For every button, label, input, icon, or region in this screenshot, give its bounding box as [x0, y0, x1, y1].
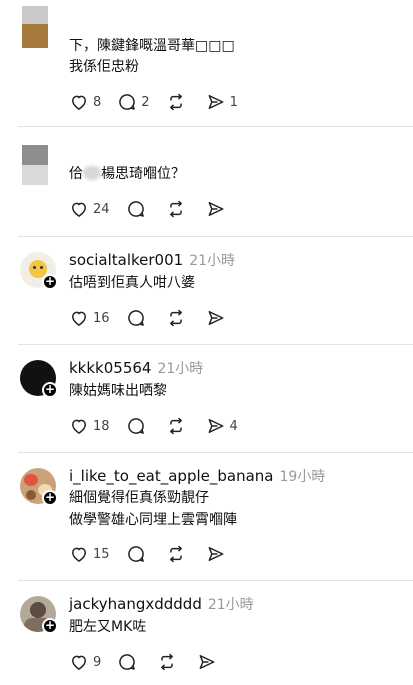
- timestamp: 19小時: [279, 469, 326, 485]
- send-icon: [199, 655, 215, 669]
- repost-icon: [161, 653, 174, 671]
- timestamp: 21小時: [207, 597, 254, 613]
- comment-icon: [127, 418, 144, 434]
- reply-button[interactable]: [126, 415, 150, 437]
- comment-text-line: 佮 楊思琦嗰位？: [69, 164, 185, 185]
- send-icon: [208, 311, 223, 325]
- username[interactable]: kkkk05564: [69, 359, 151, 377]
- action-bar: 9: [69, 651, 237, 673]
- follow-button[interactable]: +: [42, 618, 58, 634]
- repost-icon: [169, 545, 182, 563]
- heart-icon: [72, 311, 86, 326]
- like-button[interactable]: 15: [69, 543, 110, 565]
- repost-button[interactable]: [166, 91, 190, 113]
- reply-button[interactable]: [126, 307, 150, 329]
- action-bar: 8 2 1: [69, 91, 254, 113]
- repost-icon: [169, 200, 182, 218]
- follow-button[interactable]: +: [42, 274, 58, 290]
- comment: + socialtalker001 21小時 估唔到佢真人咁八婆 16: [0, 237, 413, 343]
- repost-button[interactable]: [166, 198, 190, 220]
- comment-icon: [119, 94, 136, 110]
- share-count: 1: [229, 94, 238, 110]
- blurred-text: [83, 166, 101, 180]
- comment-text-line: 下，陳鍵鋒嘅溫哥華□□□: [69, 38, 235, 54]
- repost-button[interactable]: [166, 543, 190, 565]
- like-button[interactable]: 16: [69, 307, 110, 329]
- like-count: 15: [93, 546, 110, 562]
- send-icon: [208, 547, 223, 561]
- username[interactable]: jackyhangxddddd: [69, 595, 202, 613]
- repost-icon: [169, 417, 182, 435]
- reply-button[interactable]: [117, 651, 141, 673]
- username-row: i_like_to_eat_apple_banana 19小時: [69, 466, 325, 486]
- heart-icon: [72, 202, 86, 217]
- repost-button[interactable]: [166, 307, 190, 329]
- follow-button[interactable]: +: [42, 490, 58, 506]
- like-button[interactable]: 18: [69, 415, 110, 437]
- heart-icon: [72, 655, 86, 670]
- comment-text-line: 做學警雄心同埋上雲霄嗰陣: [69, 512, 237, 528]
- username[interactable]: i_like_to_eat_apple_banana: [69, 467, 274, 485]
- send-icon: [208, 202, 223, 216]
- send-icon: [208, 95, 223, 109]
- comment: 下，陳鍵鋒嘅溫哥華□□□ 我係佢忠粉 8 2 1: [0, 0, 413, 125]
- comment: + i_like_to_eat_apple_banana 19小時 細個覺得佢真係…: [0, 453, 413, 579]
- username-row: jackyhangxddddd 21小時: [69, 594, 254, 614]
- repost-icon: [169, 309, 182, 327]
- share-button[interactable]: 1: [206, 91, 238, 113]
- timestamp: 21小時: [157, 361, 204, 377]
- comment: + jackyhangxddddd 21小時 肥左又MK咗 9: [0, 581, 413, 685]
- repost-button[interactable]: [157, 651, 181, 673]
- like-count: 24: [93, 201, 110, 217]
- heart-icon: [72, 95, 86, 110]
- action-bar: 15: [69, 543, 246, 565]
- username-row: kkkk05564 21小時: [69, 358, 203, 378]
- repost-button[interactable]: [166, 415, 190, 437]
- share-button[interactable]: [206, 198, 230, 220]
- like-button[interactable]: 8: [69, 91, 101, 113]
- action-bar: 24: [69, 198, 246, 220]
- share-count: 4: [229, 418, 238, 434]
- send-icon: [208, 419, 223, 433]
- repost-icon: [169, 93, 182, 111]
- comment-text-line: 陳姑媽味出哂黎: [69, 383, 167, 399]
- comment-text-line: 肥左又MK咗: [69, 619, 147, 635]
- comment-icon: [127, 546, 144, 562]
- share-button[interactable]: 4: [206, 415, 238, 437]
- comment-icon: [119, 654, 136, 670]
- comment: + kkkk05564 21小時 陳姑媽味出哂黎 18 4: [0, 345, 413, 451]
- comment-text-suffix: 楊思琦嗰位？: [101, 166, 185, 182]
- comment-icon: [127, 310, 144, 326]
- share-button[interactable]: [206, 307, 230, 329]
- comment-text-line: 細個覺得佢真係勁靚仔: [69, 490, 209, 506]
- heart-icon: [72, 419, 86, 434]
- reply-button[interactable]: 2: [117, 91, 150, 113]
- reply-count: 2: [141, 94, 150, 110]
- action-bar: 18 4: [69, 415, 254, 437]
- comment-text-line: 估唔到佢真人咁八婆: [69, 275, 195, 291]
- like-button[interactable]: 24: [69, 198, 110, 220]
- like-count: 18: [93, 418, 110, 434]
- like-count: 16: [93, 310, 110, 326]
- avatar[interactable]: [22, 6, 48, 48]
- reply-button[interactable]: [126, 543, 150, 565]
- comment-icon: [127, 201, 144, 217]
- like-count: 8: [93, 94, 102, 110]
- follow-button[interactable]: +: [42, 382, 58, 398]
- comment-text-line: 我係佢忠粉: [69, 59, 139, 75]
- reply-button[interactable]: [126, 198, 150, 220]
- timestamp: 21小時: [189, 253, 236, 269]
- username[interactable]: socialtalker001: [69, 251, 183, 269]
- heart-icon: [72, 547, 86, 562]
- like-count: 9: [93, 654, 102, 670]
- comment: 佮 楊思琦嗰位？ 24: [0, 127, 413, 235]
- avatar[interactable]: [22, 145, 48, 185]
- username-row: socialtalker001 21小時: [69, 250, 235, 270]
- comment-text-prefix: 佮: [69, 166, 83, 182]
- share-button[interactable]: [197, 651, 221, 673]
- action-bar: 16: [69, 307, 246, 329]
- like-button[interactable]: 9: [69, 651, 101, 673]
- share-button[interactable]: [206, 543, 230, 565]
